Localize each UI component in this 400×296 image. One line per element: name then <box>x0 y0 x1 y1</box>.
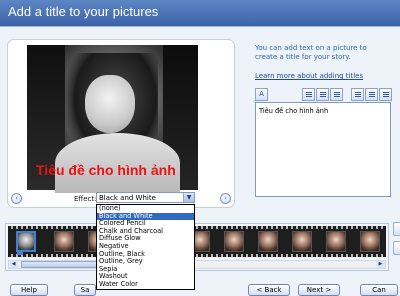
chevron-down-icon[interactable]: ▼ <box>183 193 194 202</box>
effect-label: Effect: <box>74 195 97 203</box>
filmstrip-side-button-top[interactable] <box>393 222 400 236</box>
save-button[interactable]: Sa <box>74 284 96 296</box>
font-icon[interactable]: A <box>255 88 268 101</box>
position-bottom-icon[interactable] <box>379 88 392 101</box>
filmstrip-thumbnail[interactable] <box>16 231 36 252</box>
filmstrip-thumbnail[interactable] <box>292 231 312 252</box>
position-top-icon[interactable] <box>351 88 364 101</box>
title-overlay-text: Tiêu đề cho hình ảnh <box>36 162 176 178</box>
page-title: Add a title to your pictures <box>8 4 159 19</box>
wizard-header: Add a title to your pictures <box>0 0 400 26</box>
filmstrip-thumbnail[interactable] <box>54 231 74 252</box>
picture-preview: Tiêu đề cho hình ảnh <box>27 45 198 193</box>
previous-picture-button[interactable]: ‹ <box>11 193 22 204</box>
filmstrip-scrollbar[interactable]: ◀ ▶ <box>8 260 386 269</box>
filmstrip-panel: ◀ ▶ <box>5 223 389 271</box>
header-divider <box>0 26 400 27</box>
filmstrip-thumbnail[interactable] <box>360 231 380 252</box>
align-center-icon[interactable] <box>316 88 329 101</box>
info-description: You can add text on a picture to create … <box>255 44 367 61</box>
text-format-toolbar: A <box>255 88 392 101</box>
scroll-left-icon[interactable]: ◀ <box>9 261 18 268</box>
next-button[interactable]: Next > <box>298 284 340 296</box>
scroll-right-icon[interactable]: ▶ <box>376 261 385 268</box>
title-indicator-icon <box>17 251 23 255</box>
next-picture-button[interactable]: › <box>220 193 231 204</box>
effect-select[interactable]: Black and White ▼ <box>96 192 195 203</box>
title-text-input[interactable]: Tiêu đề cho hình ảnh <box>255 102 391 197</box>
effect-option[interactable]: Water Color <box>97 280 194 289</box>
learn-more-link[interactable]: Learn more about adding titles <box>255 72 363 80</box>
filmstrip <box>8 226 386 257</box>
align-left-icon[interactable] <box>302 88 315 101</box>
back-button[interactable]: < Back <box>248 284 290 296</box>
effect-select-value: Black and White <box>99 194 156 202</box>
cancel-button[interactable]: Can <box>360 284 398 296</box>
align-right-icon[interactable] <box>330 88 343 101</box>
filmstrip-thumbnail[interactable] <box>224 231 244 252</box>
filmstrip-side-button-bottom[interactable] <box>393 241 400 255</box>
position-middle-icon[interactable] <box>365 88 378 101</box>
filmstrip-thumbnail[interactable] <box>258 231 278 252</box>
help-button[interactable]: Help <box>10 284 48 296</box>
filmstrip-thumbnail[interactable] <box>326 231 346 252</box>
title-text-value: Tiêu đề cho hình ảnh <box>259 107 329 115</box>
effect-dropdown-list[interactable]: (none) Black and White Colored Pencil Ch… <box>96 204 195 290</box>
